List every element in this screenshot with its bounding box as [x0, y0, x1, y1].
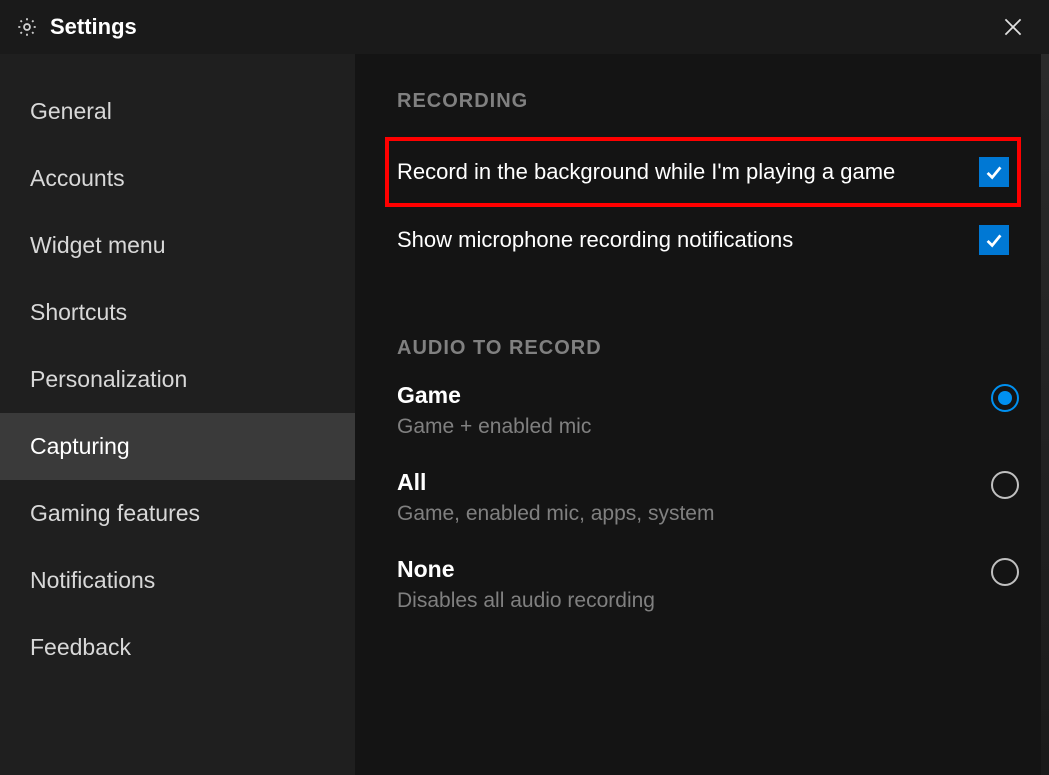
audio-option-desc: Disables all audio recording — [397, 589, 655, 613]
record-background-checkbox[interactable] — [979, 157, 1009, 187]
window-edge — [1041, 54, 1049, 775]
audio-option-all[interactable]: All Game, enabled mic, apps, system — [397, 469, 1019, 526]
mic-notifications-checkbox[interactable] — [979, 225, 1009, 255]
page-title: Settings — [50, 14, 137, 40]
audio-option-text: All Game, enabled mic, apps, system — [397, 469, 714, 526]
settings-window: Settings General Accounts Widget menu Sh… — [0, 0, 1049, 775]
body: General Accounts Widget menu Shortcuts P… — [0, 54, 1049, 775]
gear-icon — [16, 16, 38, 38]
audio-option-desc: Game, enabled mic, apps, system — [397, 502, 714, 526]
titlebar-left: Settings — [16, 14, 137, 40]
audio-option-title: None — [397, 556, 655, 583]
audio-option-none-radio[interactable] — [991, 558, 1019, 586]
audio-option-all-radio[interactable] — [991, 471, 1019, 499]
content-panel: RECORDING Record in the background while… — [355, 54, 1049, 775]
mic-notifications-label: Show microphone recording notifications — [397, 227, 793, 253]
record-background-label: Record in the background while I'm playi… — [397, 159, 895, 185]
mic-notifications-row[interactable]: Show microphone recording notifications — [397, 213, 1019, 267]
audio-option-desc: Game + enabled mic — [397, 415, 591, 439]
sidebar-item-feedback[interactable]: Feedback — [0, 614, 355, 681]
audio-option-none[interactable]: None Disables all audio recording — [397, 556, 1019, 613]
titlebar: Settings — [0, 0, 1049, 54]
sidebar-item-capturing[interactable]: Capturing — [0, 413, 355, 480]
audio-option-game[interactable]: Game Game + enabled mic — [397, 382, 1019, 439]
audio-option-title: Game — [397, 382, 591, 409]
sidebar-item-widget-menu[interactable]: Widget menu — [0, 212, 355, 279]
record-background-row[interactable]: Record in the background while I'm playi… — [387, 139, 1019, 205]
audio-option-text: Game Game + enabled mic — [397, 382, 591, 439]
sidebar-item-notifications[interactable]: Notifications — [0, 547, 355, 614]
audio-option-game-radio[interactable] — [991, 384, 1019, 412]
audio-option-title: All — [397, 469, 714, 496]
sidebar-item-gaming-features[interactable]: Gaming features — [0, 480, 355, 547]
sidebar: General Accounts Widget menu Shortcuts P… — [0, 54, 355, 775]
recording-header: RECORDING — [397, 90, 1019, 113]
sidebar-item-general[interactable]: General — [0, 78, 355, 145]
audio-header: AUDIO TO RECORD — [397, 337, 1019, 360]
audio-option-text: None Disables all audio recording — [397, 556, 655, 613]
sidebar-item-shortcuts[interactable]: Shortcuts — [0, 279, 355, 346]
sidebar-item-accounts[interactable]: Accounts — [0, 145, 355, 212]
close-button[interactable] — [995, 9, 1031, 45]
sidebar-item-personalization[interactable]: Personalization — [0, 346, 355, 413]
audio-radio-group: Game Game + enabled mic All Game, enable… — [397, 382, 1019, 613]
